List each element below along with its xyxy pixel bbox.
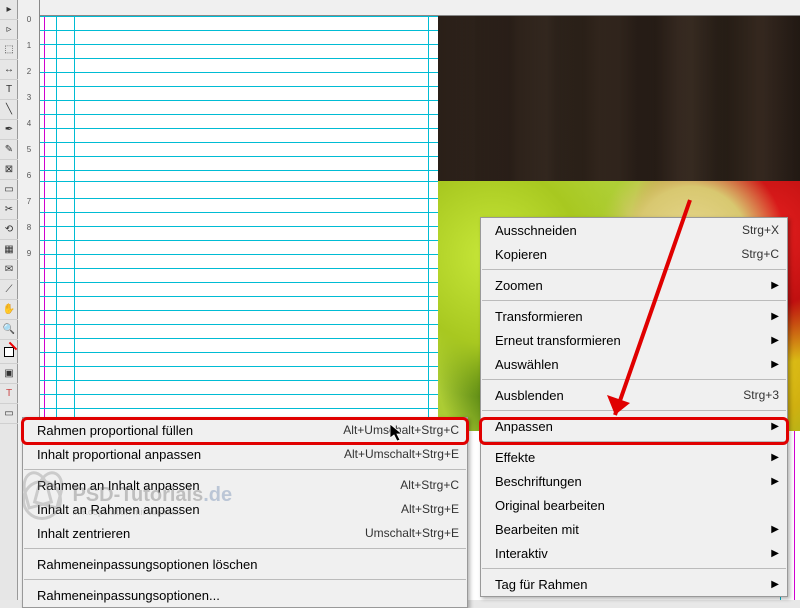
submenu-arrow-icon: ▶: [771, 311, 779, 322]
tool-zoom[interactable]: 🔍: [0, 320, 18, 340]
ruler-tick: 6: [20, 172, 38, 180]
tool-gradient[interactable]: ▦: [0, 240, 18, 260]
menu-edit-with[interactable]: Bearbeiten mit▶: [481, 517, 787, 541]
context-menu: AusschneidenStrg+X KopierenStrg+C Zoomen…: [480, 217, 788, 597]
tool-transform[interactable]: ⟲: [0, 220, 18, 240]
menu-separator: [482, 300, 786, 301]
menu-separator: [482, 410, 786, 411]
menu-transform-again[interactable]: Erneut transformieren▶: [481, 328, 787, 352]
menu-separator: [482, 269, 786, 270]
submenu-fit-content[interactable]: Inhalt an Rahmen anpassenAlt+Strg+E: [23, 497, 467, 521]
submenu-center[interactable]: Inhalt zentrierenUmschalt+Strg+E: [23, 521, 467, 545]
tool-mode[interactable]: ▭: [0, 404, 18, 424]
tool-hand[interactable]: ✋: [0, 300, 18, 320]
menu-hide[interactable]: AusblendenStrg+3: [481, 383, 787, 407]
ruler-tick: 8: [20, 224, 38, 232]
tool-eyedropper[interactable]: ⟋: [0, 280, 18, 300]
submenu-fit-proportionally[interactable]: Inhalt proportional anpassenAlt+Umschalt…: [23, 442, 467, 466]
fill-stroke-swatch[interactable]: [0, 340, 18, 364]
tool-pen[interactable]: ✒: [0, 120, 18, 140]
submenu-arrow-icon: ▶: [771, 524, 779, 535]
tool-line[interactable]: ╲: [0, 100, 18, 120]
submenu-arrow-icon: ▶: [771, 579, 779, 590]
menu-zoom[interactable]: Zoomen▶: [481, 273, 787, 297]
submenu-arrow-icon: ▶: [771, 359, 779, 370]
tool-direct[interactable]: ▹: [0, 20, 18, 40]
ruler-tick: 3: [20, 94, 38, 102]
submenu-arrow-icon: ▶: [771, 452, 779, 463]
submenu-arrow-icon: ▶: [771, 335, 779, 346]
menu-separator: [24, 579, 466, 580]
tool-selection[interactable]: ▸: [0, 0, 18, 20]
ruler-tick: 9: [20, 250, 38, 258]
tool-page[interactable]: ⬚: [0, 40, 18, 60]
submenu-fit-frame[interactable]: Rahmen an Inhalt anpassenAlt+Strg+C: [23, 473, 467, 497]
menu-separator: [482, 441, 786, 442]
tool-pencil[interactable]: ✎: [0, 140, 18, 160]
ruler-tick: 0: [20, 16, 38, 24]
menu-interactive[interactable]: Interaktiv▶: [481, 541, 787, 565]
tool-scissors[interactable]: ✂: [0, 200, 18, 220]
ruler-tick: 1: [20, 42, 38, 50]
ruler-tick: 4: [20, 120, 38, 128]
menu-edit-original[interactable]: Original bearbeiten: [481, 493, 787, 517]
menu-captions[interactable]: Beschriftungen▶: [481, 469, 787, 493]
menu-separator: [482, 379, 786, 380]
submenu-arrow-icon: ▶: [771, 476, 779, 487]
menu-tag-frame[interactable]: Tag für Rahmen▶: [481, 572, 787, 596]
tool-gap[interactable]: ↔: [0, 60, 18, 80]
submenu-fill-proportionally[interactable]: Rahmen proportional füllenAlt+Umschalt+S…: [23, 418, 467, 442]
tool-container[interactable]: ▣: [0, 364, 18, 384]
menu-separator: [24, 548, 466, 549]
tool-frame[interactable]: ⊠: [0, 160, 18, 180]
menu-cut[interactable]: AusschneidenStrg+X: [481, 218, 787, 242]
ruler-horizontal: [18, 0, 800, 16]
menu-select[interactable]: Auswählen▶: [481, 352, 787, 376]
submenu-arrow-icon: ▶: [771, 421, 779, 432]
tool-note[interactable]: ✉: [0, 260, 18, 280]
tool-type[interactable]: T: [0, 80, 18, 100]
tool-rect[interactable]: ▭: [0, 180, 18, 200]
menu-fitting[interactable]: Anpassen▶: [481, 414, 787, 438]
submenu-options[interactable]: Rahmeneinpassungsoptionen...: [23, 583, 467, 607]
submenu-arrow-icon: ▶: [771, 548, 779, 559]
menu-copy[interactable]: KopierenStrg+C: [481, 242, 787, 266]
submenu-arrow-icon: ▶: [771, 280, 779, 291]
ruler-tick: 7: [20, 198, 38, 206]
tool-text-apply[interactable]: T: [0, 384, 18, 404]
menu-effects[interactable]: Effekte▶: [481, 445, 787, 469]
menu-separator: [24, 469, 466, 470]
fitting-submenu: Rahmen proportional füllenAlt+Umschalt+S…: [22, 417, 468, 608]
ruler-tick: 2: [20, 68, 38, 76]
menu-transform[interactable]: Transformieren▶: [481, 304, 787, 328]
submenu-clear-options[interactable]: Rahmeneinpassungsoptionen löschen: [23, 552, 467, 576]
toolbox: ▸ ▹ ⬚ ↔ T ╲ ✒ ✎ ⊠ ▭ ✂ ⟲ ▦ ✉ ⟋ ✋ 🔍 ▣ T ▭: [0, 0, 18, 600]
image-frame-wood[interactable]: [438, 16, 800, 181]
ruler-tick: 5: [20, 146, 38, 154]
menu-separator: [482, 568, 786, 569]
